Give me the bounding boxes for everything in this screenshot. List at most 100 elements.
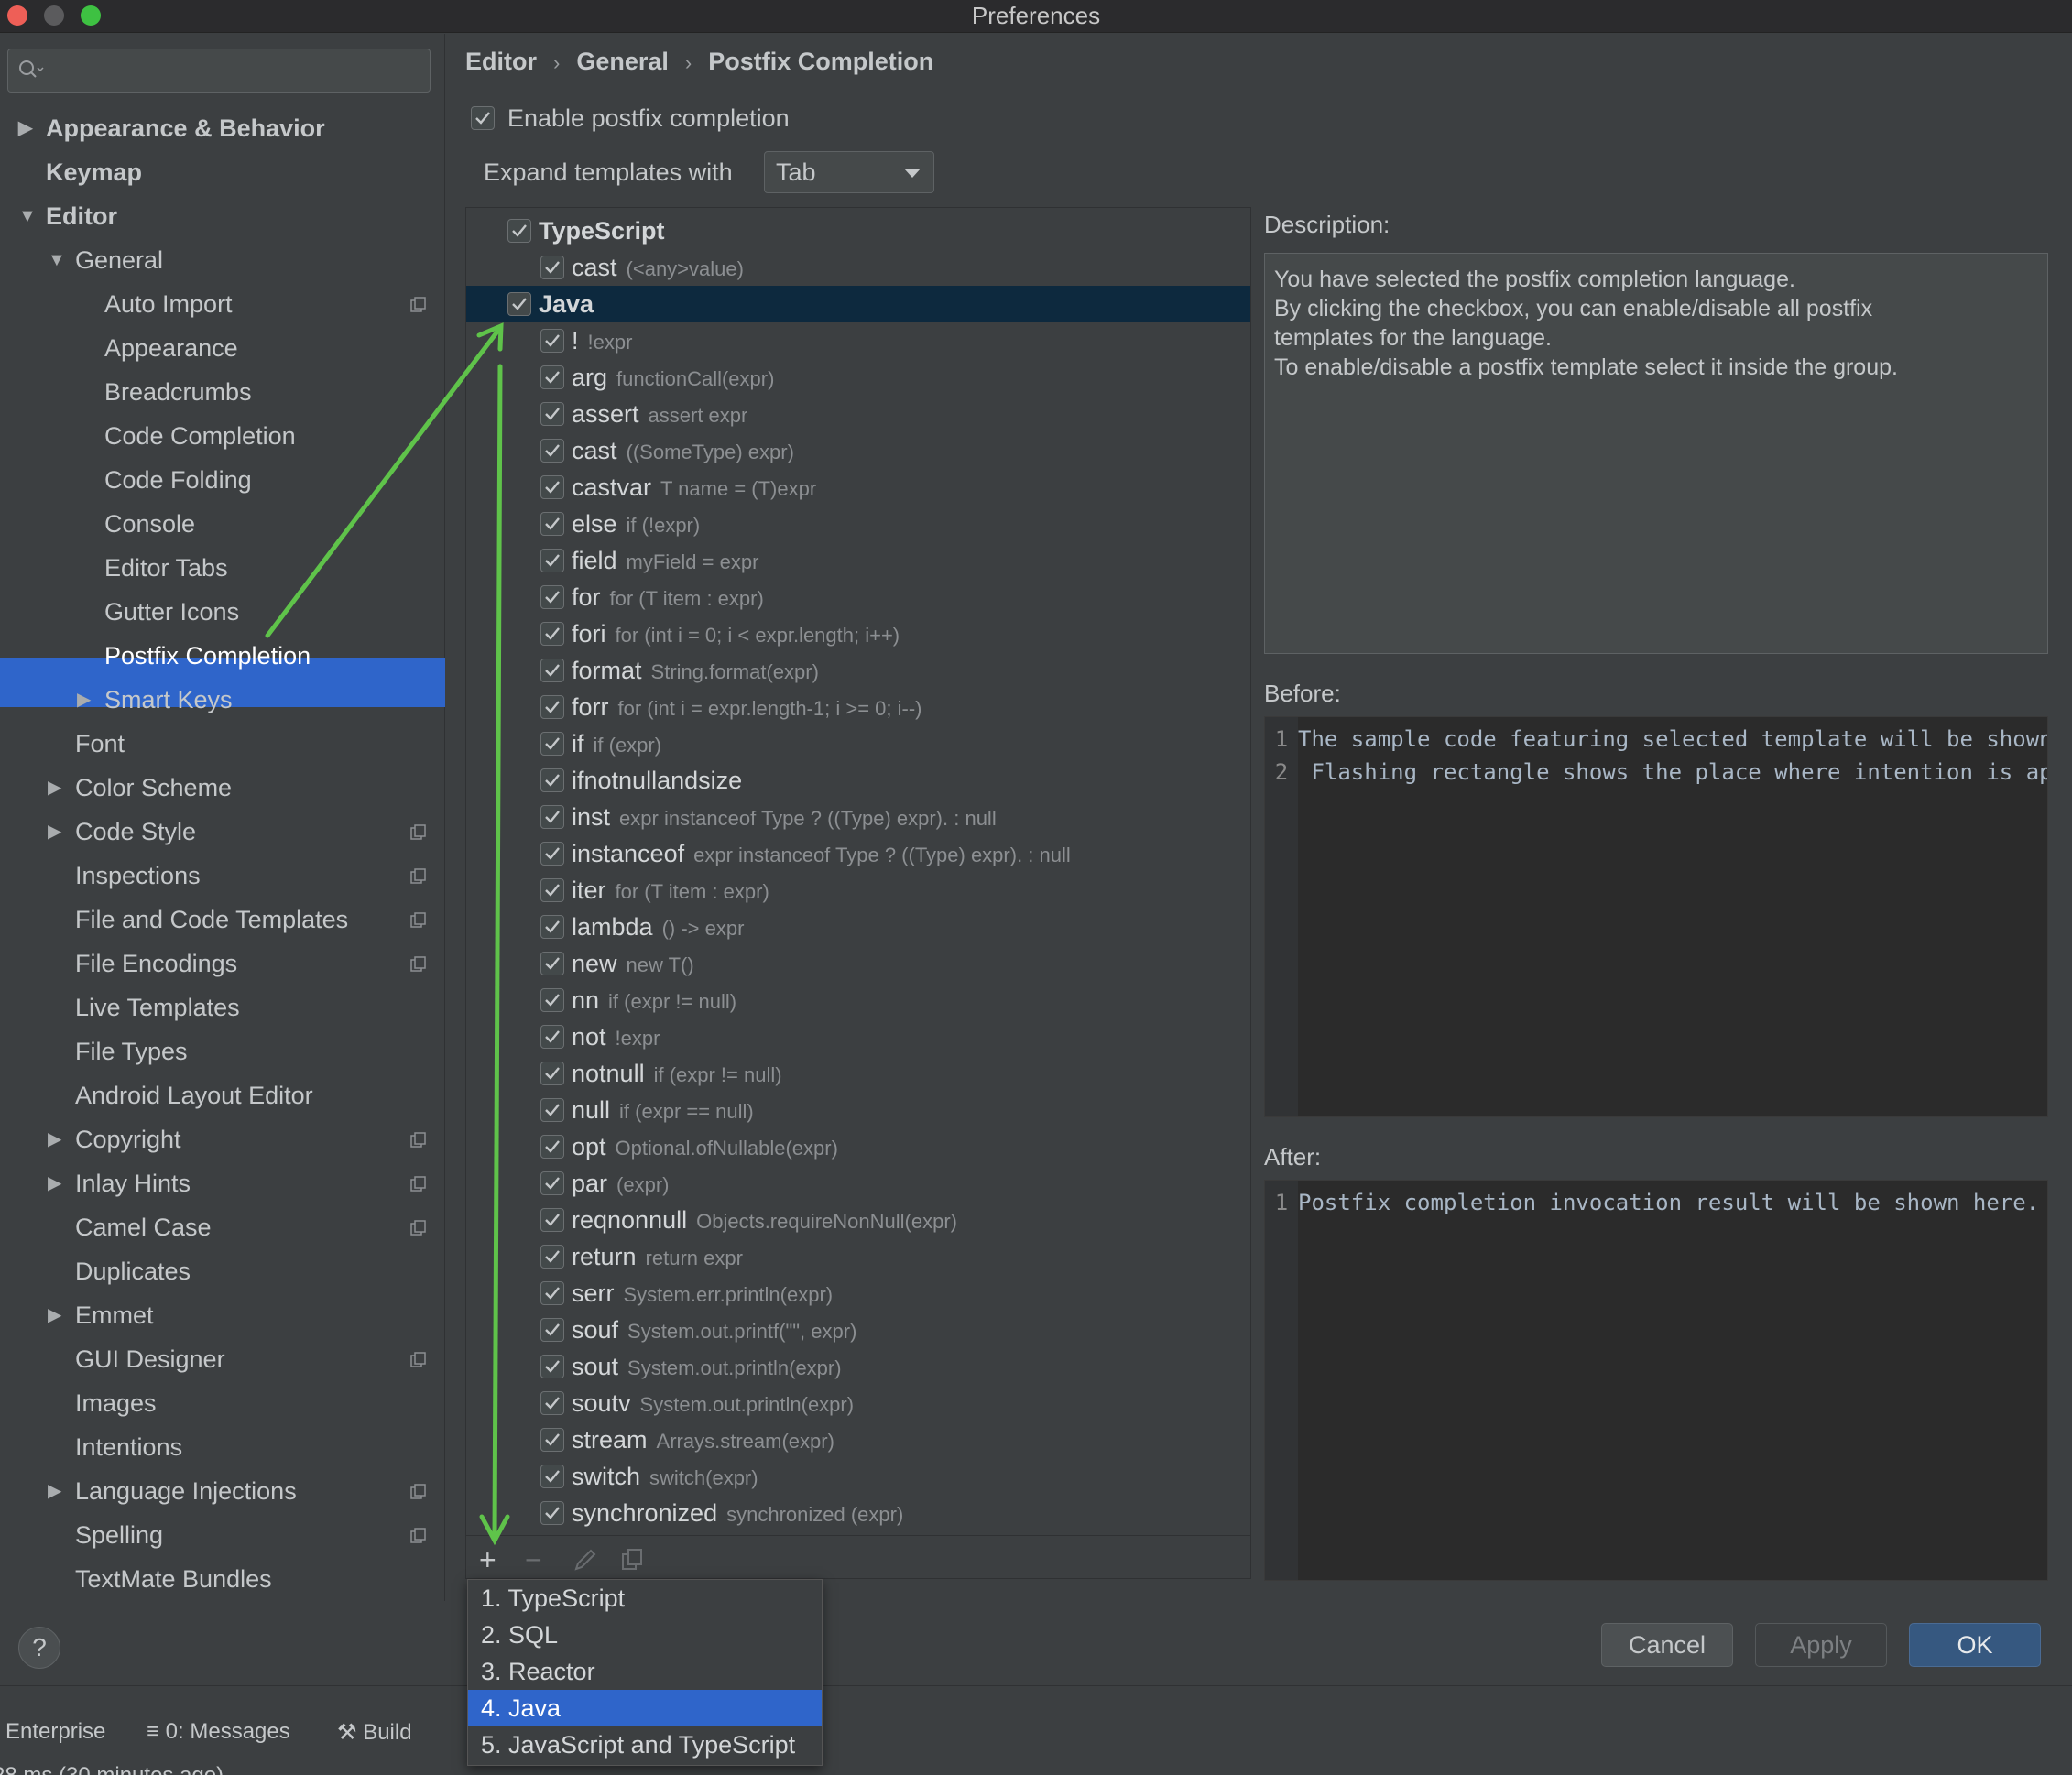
template-checkbox[interactable] (540, 585, 564, 609)
sidebar-item-language-injections[interactable]: ▶ Language Injections (48, 1469, 297, 1513)
remove-icon[interactable]: − (525, 1543, 542, 1577)
template-checkbox[interactable] (540, 1391, 564, 1415)
template-row[interactable]: souf System.out.printf("", expr) (540, 1312, 856, 1348)
template-row[interactable]: arg functionCall(expr) (540, 359, 774, 396)
template-row[interactable]: serr System.err.println(expr) (540, 1275, 833, 1312)
template-checkbox[interactable] (540, 1025, 564, 1049)
add-icon[interactable]: + (479, 1543, 496, 1577)
template-row[interactable]: else if (!expr) (540, 506, 700, 542)
template-row[interactable]: soutv System.out.println(expr) (540, 1385, 854, 1421)
sidebar-item-textmate-bundles[interactable]: TextMate Bundles (75, 1557, 272, 1601)
sidebar-item-inspections[interactable]: Inspections (75, 854, 201, 898)
template-checkbox[interactable] (540, 659, 564, 682)
template-row[interactable]: fori for (int i = 0; i < expr.length; i++… (540, 615, 900, 652)
template-checkbox[interactable] (540, 805, 564, 829)
sidebar-item-keymap[interactable]: Keymap (46, 150, 142, 194)
template-row[interactable]: null if (expr == null) (540, 1092, 754, 1128)
template-checkbox[interactable] (540, 1062, 564, 1085)
template-checkbox[interactable] (540, 1208, 564, 1232)
sidebar-item-editor-tabs[interactable]: Editor Tabs (104, 546, 228, 590)
template-row[interactable]: castvar T name = (T)expr (540, 469, 816, 506)
sidebar-item-spelling[interactable]: Spelling (75, 1513, 163, 1557)
sidebar-item-camel-case[interactable]: Camel Case (75, 1205, 212, 1249)
sidebar-item-breadcrumbs[interactable]: Breadcrumbs (104, 370, 252, 414)
template-row[interactable]: opt Optional.ofNullable(expr) (540, 1128, 838, 1165)
sidebar-item-gutter-icons[interactable]: Gutter Icons (104, 590, 239, 634)
template-row[interactable]: inst expr instanceof Type ? ((Type) expr)… (540, 799, 997, 835)
sidebar-item-code-completion[interactable]: Code Completion (104, 414, 296, 458)
group-typescript[interactable]: ▼TypeScript (504, 212, 665, 249)
template-checkbox[interactable] (540, 878, 564, 902)
template-checkbox[interactable] (540, 1428, 564, 1452)
template-row[interactable]: assert assert expr (540, 396, 747, 432)
popup-item-typescript[interactable]: 1. TypeScript (468, 1580, 822, 1617)
template-checkbox[interactable] (540, 1171, 564, 1195)
template-checkbox[interactable] (540, 915, 564, 939)
help-button[interactable]: ? (18, 1627, 60, 1669)
cancel-button[interactable]: Cancel (1601, 1623, 1733, 1667)
sidebar-item-file-and-code-templates[interactable]: File and Code Templates (75, 898, 348, 942)
sidebar-item-android-layout-editor[interactable]: Android Layout Editor (75, 1073, 313, 1117)
template-row[interactable]: synchronized synchronized (expr) (540, 1495, 903, 1531)
template-row[interactable]: format String.format(expr) (540, 652, 819, 689)
template-row[interactable]: notnull if (expr != null) (540, 1055, 782, 1092)
group-java[interactable]: ▼Java (504, 286, 594, 322)
template-checkbox[interactable] (540, 988, 564, 1012)
template-checkbox[interactable] (540, 329, 564, 353)
template-row[interactable]: for for (T item : expr) (540, 579, 764, 615)
template-checkbox[interactable] (540, 1465, 564, 1488)
template-row[interactable]: instanceof expr instanceof Type ? ((Type)… (540, 835, 1071, 872)
template-row[interactable]: reqnonnull Objects.requireNonNull(expr) (540, 1202, 957, 1238)
settings-search-input[interactable] (7, 49, 431, 93)
template-checkbox[interactable] (540, 402, 564, 426)
template-checkbox[interactable] (540, 1098, 564, 1122)
template-checkbox[interactable] (540, 732, 564, 756)
apply-button[interactable]: Apply (1755, 1623, 1887, 1667)
template-checkbox[interactable] (540, 439, 564, 463)
messages-tab[interactable]: ≡ 0: Messages (147, 1719, 290, 1745)
build-tab[interactable]: ⚒ Build (337, 1719, 412, 1746)
template-row[interactable]: cast ((SomeType) expr) (540, 432, 794, 469)
template-checkbox[interactable] (540, 952, 564, 975)
copy-icon[interactable] (620, 1547, 646, 1573)
sidebar-item-console[interactable]: Console (104, 502, 195, 546)
popup-item-java[interactable]: 4. Java (468, 1690, 822, 1726)
template-checkbox[interactable] (540, 475, 564, 499)
popup-item-sql[interactable]: 2. SQL (468, 1617, 822, 1653)
template-checkbox[interactable] (540, 1245, 564, 1269)
sidebar-item-auto-import[interactable]: Auto Import (104, 282, 233, 326)
template-checkbox[interactable] (540, 622, 564, 646)
sidebar-item-file-types[interactable]: File Types (75, 1029, 188, 1073)
template-checkbox[interactable] (540, 512, 564, 536)
template-row[interactable]: new new T() (540, 945, 694, 982)
template-row[interactable]: sout System.out.println(expr) (540, 1348, 842, 1385)
template-checkbox[interactable] (540, 365, 564, 389)
sidebar-item-file-encodings[interactable]: File Encodings (75, 942, 237, 986)
edit-icon[interactable] (573, 1547, 598, 1573)
template-row[interactable]: cast (<any>value) (540, 249, 744, 286)
sidebar-item-general[interactable]: ▼ General (48, 238, 163, 282)
template-row[interactable]: field myField = expr (540, 542, 758, 579)
template-checkbox[interactable] (540, 1135, 564, 1159)
sidebar-item-smart-keys[interactable]: ▶ Smart Keys (77, 678, 233, 722)
template-row[interactable]: not !expr (540, 1018, 660, 1055)
sidebar-item-code-folding[interactable]: Code Folding (104, 458, 252, 502)
template-checkbox[interactable] (507, 292, 531, 316)
sidebar-item-copyright[interactable]: ▶ Copyright (48, 1117, 181, 1161)
template-row[interactable]: ! !expr (540, 322, 632, 359)
template-row[interactable]: par (expr) (540, 1165, 669, 1202)
template-row[interactable]: return return expr (540, 1238, 743, 1275)
template-checkbox[interactable] (507, 219, 531, 243)
template-row[interactable]: switch switch(expr) (540, 1458, 758, 1495)
sidebar-item-emmet[interactable]: ▶ Emmet (48, 1293, 154, 1337)
sidebar-item-appearance[interactable]: Appearance (104, 326, 238, 370)
ok-button[interactable]: OK (1909, 1623, 2041, 1667)
template-row[interactable]: forr for (int i = expr.length-1; i >= 0; … (540, 689, 921, 725)
template-checkbox[interactable] (540, 1501, 564, 1525)
sidebar-item-color-scheme[interactable]: ▶ Color Scheme (48, 766, 232, 810)
enterprise-tab[interactable]: Enterprise (5, 1719, 105, 1745)
sidebar-item-intentions[interactable]: Intentions (75, 1425, 182, 1469)
template-checkbox[interactable] (540, 1318, 564, 1342)
sidebar-item-postfix-completion[interactable]: Postfix Completion (104, 634, 311, 678)
expand-templates-select[interactable]: Tab (764, 151, 934, 193)
